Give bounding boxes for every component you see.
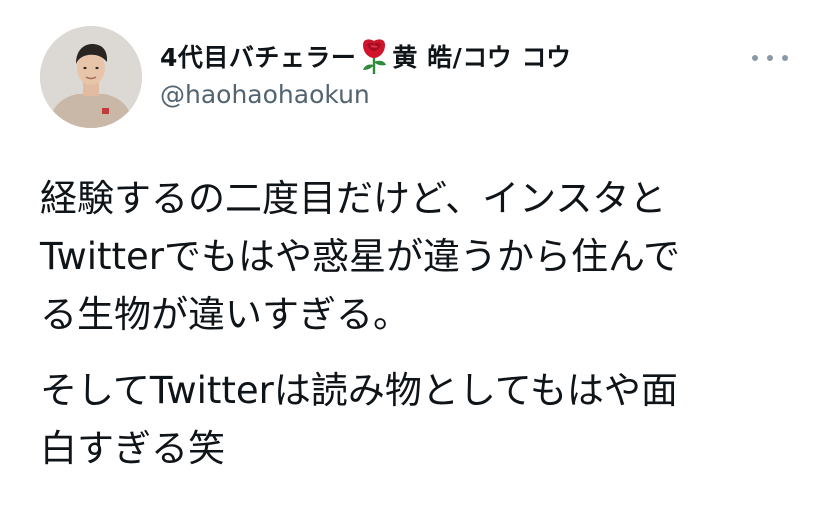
- author-name-row[interactable]: 4代目バチェラー 黄 皓/コウ コウ: [160, 36, 571, 76]
- display-name-prefix: 4代目バチェラー: [160, 43, 357, 72]
- avatar[interactable]: [40, 26, 142, 128]
- more-horizontal-icon[interactable]: [752, 46, 788, 70]
- more-dot: [752, 55, 758, 61]
- author-handle[interactable]: @haohaohaokun: [160, 80, 370, 109]
- more-dot: [767, 55, 773, 61]
- tweet-paragraph: そしてTwitterは読み物としてもはや面 白すぎる笑: [40, 369, 678, 470]
- tweet-text: 経験するの二度目だけど、インスタと Twitterでもはや惑星が違うから住んで …: [40, 170, 780, 478]
- more-dot: [782, 55, 788, 61]
- tweet-paragraph: 経験するの二度目だけど、インスタと Twitterでもはや惑星が違うから住んで …: [40, 177, 681, 336]
- avatar-photo: [40, 26, 142, 128]
- display-name-suffix: 黄 皓/コウ コウ: [392, 43, 572, 72]
- rose-icon: [357, 37, 391, 75]
- tweet-card: 4代目バチェラー 黄 皓/コウ コウ @haohaohaokun 経験するの二度…: [0, 0, 828, 507]
